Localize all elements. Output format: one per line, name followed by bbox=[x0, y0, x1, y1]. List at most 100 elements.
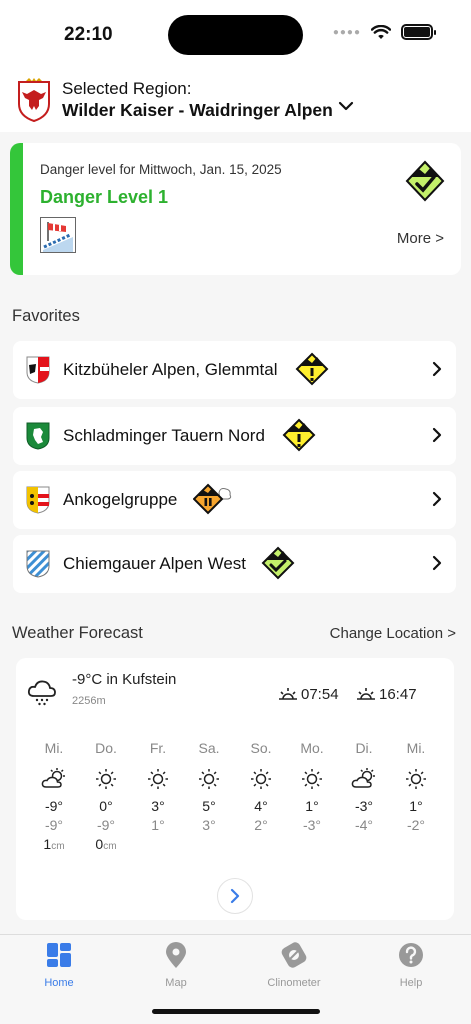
temp-low: 3° bbox=[202, 817, 216, 833]
tab-label: Map bbox=[165, 977, 187, 989]
wifi-icon bbox=[371, 24, 391, 39]
temp-high: 4° bbox=[254, 798, 268, 814]
sun-icon bbox=[96, 769, 116, 789]
sun-icon bbox=[148, 769, 168, 789]
forecast-day: Mi. -9° -9° 1cm bbox=[31, 740, 77, 855]
danger-card[interactable]: Danger level for Mittwoch, Jan. 15, 2025… bbox=[10, 143, 461, 275]
wind-slab-problem-icon bbox=[40, 217, 76, 253]
tab-label: Home bbox=[44, 977, 74, 989]
temp-high: 0° bbox=[99, 798, 113, 814]
sun-icon bbox=[199, 769, 219, 789]
tab-home[interactable]: Home bbox=[14, 941, 104, 989]
favorite-name: Ankogelgruppe bbox=[63, 490, 178, 509]
forecast-day: Mo. 1° -3° bbox=[289, 740, 335, 836]
day-name: Mo. bbox=[300, 740, 324, 756]
tab-map[interactable]: Map bbox=[131, 941, 221, 989]
dynamic-island bbox=[168, 15, 303, 55]
forecast-day: Di. -3° -4° bbox=[341, 740, 387, 836]
day-name: Do. bbox=[95, 740, 117, 756]
favorite-name: Schladminger Tauern Nord bbox=[63, 426, 265, 445]
tab-help[interactable]: Help bbox=[366, 941, 456, 989]
forecast-day: Fr. 3° 1° bbox=[135, 740, 181, 836]
temp-low: -2° bbox=[406, 817, 426, 833]
clock: 22:10 bbox=[64, 24, 113, 45]
more-link[interactable]: More > bbox=[397, 230, 444, 247]
danger-color-bar bbox=[10, 143, 23, 275]
temp-low: 1° bbox=[151, 817, 165, 833]
day-name: Mi. bbox=[44, 740, 64, 756]
day-name: Fr. bbox=[149, 740, 167, 756]
sunrise-time: 07:54 bbox=[301, 686, 339, 703]
carinthia-crest-icon bbox=[26, 486, 50, 514]
help-icon bbox=[399, 943, 423, 967]
bavaria-crest-icon bbox=[26, 550, 50, 578]
sun-icon bbox=[251, 769, 271, 789]
chevron-right-icon bbox=[432, 491, 442, 507]
change-location-link[interactable]: Change Location > bbox=[330, 625, 456, 642]
sunrise: 07:54 bbox=[278, 686, 339, 703]
status-icons: ●●●● bbox=[333, 24, 436, 40]
snow-amount: 1cm bbox=[43, 836, 65, 852]
danger-level-1-icon bbox=[261, 546, 295, 580]
sunrise-icon bbox=[279, 687, 297, 700]
sun-icon bbox=[406, 769, 426, 789]
forecast-day: Sa. 5° 3° bbox=[186, 740, 232, 836]
favorite-item[interactable]: Chiemgauer Alpen West bbox=[13, 535, 456, 593]
elevation: 2256m bbox=[72, 695, 106, 707]
temp-high: 1° bbox=[305, 798, 319, 814]
temp-high: 5° bbox=[202, 798, 216, 814]
weather-card: -9°C in Kufstein 2256m 07:54 16:47 Mi. -… bbox=[16, 658, 454, 920]
temp-low: 2° bbox=[254, 817, 268, 833]
partly-cloudy-icon bbox=[41, 768, 65, 788]
chevron-right-icon bbox=[432, 361, 442, 377]
chevron-down-icon[interactable] bbox=[338, 100, 354, 112]
region-label: Selected Region: bbox=[62, 79, 192, 98]
favorite-name: Kitzbüheler Alpen, Glemmtal bbox=[63, 360, 278, 379]
sunset-time: 16:47 bbox=[379, 686, 417, 703]
day-name: Sa. bbox=[198, 740, 220, 756]
map-pin-icon bbox=[166, 942, 186, 968]
favorites-title: Favorites bbox=[12, 307, 80, 325]
temp-high: 3° bbox=[151, 798, 165, 814]
battery-icon bbox=[401, 24, 436, 40]
salzburg-crest-icon bbox=[26, 356, 50, 384]
status-bar: 22:10 ●●●● bbox=[0, 0, 471, 70]
tab-label: Help bbox=[399, 977, 423, 989]
day-name: So. bbox=[250, 740, 272, 756]
temp-high: 1° bbox=[409, 798, 423, 814]
danger-level-2-icon bbox=[282, 418, 316, 452]
favorite-name: Chiemgauer Alpen West bbox=[63, 554, 247, 573]
temp-low: -9° bbox=[96, 817, 116, 833]
day-name: Mi. bbox=[406, 740, 426, 756]
danger-level: Danger Level 1 bbox=[40, 187, 169, 207]
danger-level-3-icon bbox=[193, 483, 232, 515]
region-selector[interactable]: Selected Region: Wilder Kaiser - Waidrin… bbox=[0, 70, 471, 132]
sunset-icon bbox=[357, 687, 375, 700]
clinometer-icon bbox=[281, 942, 307, 968]
tab-label: Clinometer bbox=[267, 977, 321, 989]
chevron-right-icon bbox=[432, 427, 442, 443]
forecast-day: Mi. 1° -2° bbox=[393, 740, 439, 836]
forecast-days: Mi. -9° -9° 1cm Do. 0° -9° 0cm Fr. 3° 1°… bbox=[31, 740, 444, 860]
tyrol-crest-icon bbox=[18, 78, 50, 122]
chevron-right-icon bbox=[432, 555, 442, 571]
snow-amount: 0cm bbox=[95, 836, 117, 852]
day-name: Di. bbox=[355, 740, 373, 756]
tab-clinometer[interactable]: Clinometer bbox=[249, 941, 339, 989]
chevron-right-icon bbox=[230, 888, 240, 904]
temp-low: -4° bbox=[354, 817, 374, 833]
region-name: Wilder Kaiser - Waidringer Alpen bbox=[62, 100, 333, 120]
favorite-item[interactable]: Ankogelgruppe bbox=[13, 471, 456, 529]
home-indicator[interactable] bbox=[152, 1009, 320, 1014]
favorite-item[interactable]: Schladminger Tauern Nord bbox=[13, 407, 456, 465]
home-grid-icon bbox=[47, 943, 71, 967]
forecast-next-button[interactable] bbox=[217, 878, 253, 914]
current-temperature: -9°C in Kufstein bbox=[72, 671, 177, 688]
temp-high: -3° bbox=[354, 798, 374, 814]
favorite-item[interactable]: Kitzbüheler Alpen, Glemmtal bbox=[13, 341, 456, 399]
danger-level-1-icon bbox=[405, 160, 445, 202]
temp-high: -9° bbox=[44, 798, 64, 814]
partly-cloudy-icon bbox=[351, 768, 375, 788]
forecast-day: Do. 0° -9° 0cm bbox=[83, 740, 129, 855]
danger-date: Danger level for Mittwoch, Jan. 15, 2025 bbox=[40, 162, 282, 177]
